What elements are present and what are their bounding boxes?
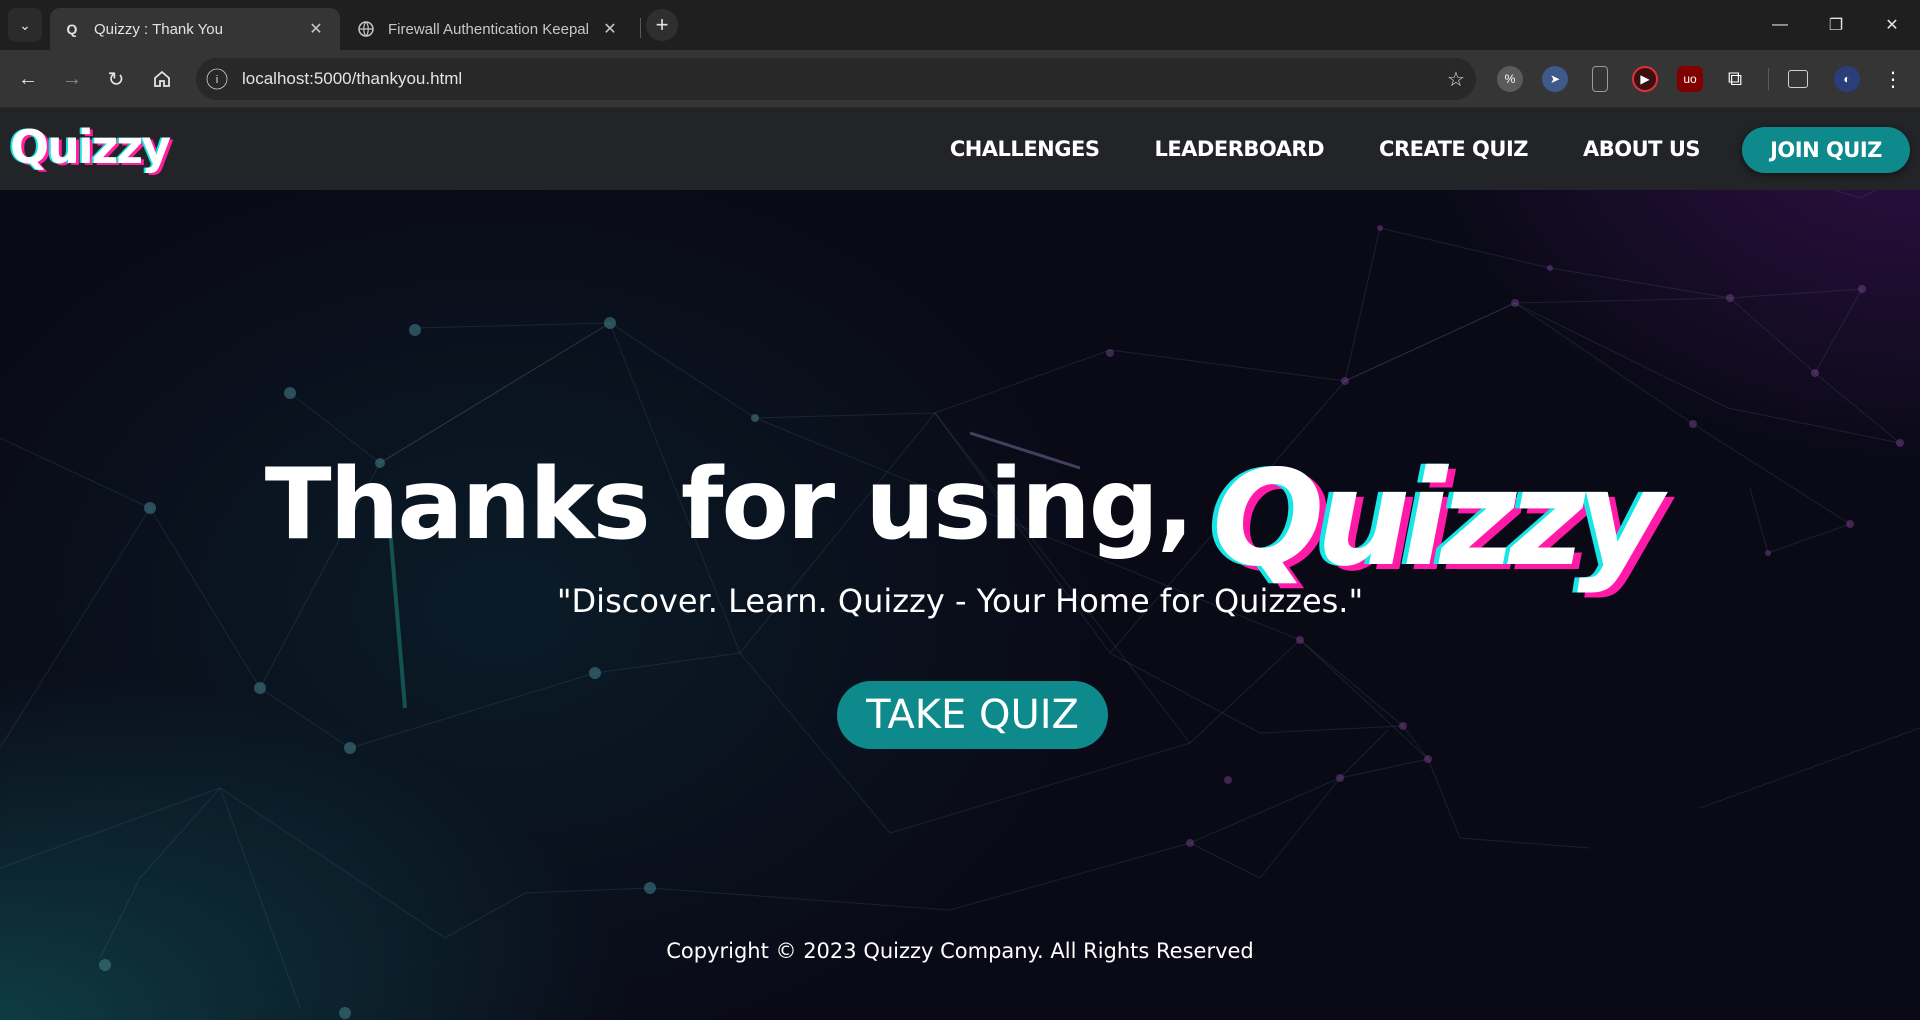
- browser-tabstrip: ⌄ Q Quizzy : Thank You ✕ Firewall Authen…: [0, 0, 1920, 50]
- tab-search-chevron-icon[interactable]: ⌄: [8, 8, 42, 42]
- side-panel-icon[interactable]: [1788, 70, 1808, 88]
- nav-challenges[interactable]: CHALLENGES: [950, 137, 1100, 161]
- forward-arrow-icon[interactable]: →: [54, 61, 90, 97]
- hero-title: Thanks for using, Quizzy: [0, 428, 1920, 596]
- record-extension-icon[interactable]: ▶: [1632, 66, 1658, 92]
- take-quiz-button[interactable]: TAKE QUIZ: [837, 681, 1108, 749]
- tab-firewall-authentication[interactable]: Firewall Authentication Keepal ✕: [344, 8, 634, 50]
- extensions-puzzle-icon[interactable]: ⧉: [1722, 66, 1748, 92]
- quizzy-favicon-icon: Q: [66, 21, 78, 37]
- site-navbar: Quizzy CHALLENGES LEADERBOARD CREATE QUI…: [0, 108, 1920, 190]
- site-logo[interactable]: Quizzy: [10, 120, 171, 174]
- percent-extension-icon[interactable]: %: [1497, 66, 1523, 92]
- hero-tagline: "Discover. Learn. Quizzy - Your Home for…: [556, 582, 1364, 620]
- tab-close-icon[interactable]: ✕: [306, 19, 326, 39]
- toolbar-separator: [1768, 68, 1769, 90]
- hero-brand-logo: Quizzy: [1212, 442, 1663, 596]
- nav-links: CHALLENGES LEADERBOARD CREATE QUIZ ABOUT…: [895, 108, 1701, 190]
- menu-kebab-icon[interactable]: ⋮: [1880, 66, 1906, 92]
- home-icon[interactable]: [144, 61, 180, 97]
- browser-toolbar: ← → ↻ i localhost:5000/thankyou.html ☆ %…: [0, 50, 1920, 108]
- new-tab-plus-icon[interactable]: +: [646, 9, 678, 41]
- nav-create-quiz[interactable]: CREATE QUIZ: [1379, 137, 1528, 161]
- profile-avatar[interactable]: ◐: [1834, 66, 1860, 92]
- footer-copyright: Copyright © 2023 Quizzy Company. All Rig…: [666, 939, 1254, 963]
- tab-title: Firewall Authentication Keepal: [388, 20, 589, 38]
- window-controls: — ❐ ✕: [1752, 0, 1920, 50]
- tab-separator: [640, 18, 641, 38]
- join-quiz-button[interactable]: JOIN QUIZ: [1742, 127, 1910, 173]
- tab-title: Quizzy : Thank You: [94, 20, 223, 38]
- hero-title-text: Thanks for using,: [264, 448, 1194, 562]
- reload-icon[interactable]: ↻: [98, 61, 134, 97]
- nav-about-us[interactable]: ABOUT US: [1583, 137, 1700, 161]
- close-window-icon[interactable]: ✕: [1864, 0, 1920, 50]
- nav-leaderboard[interactable]: LEADERBOARD: [1154, 137, 1324, 161]
- minimize-icon[interactable]: —: [1752, 0, 1808, 50]
- page-viewport: Quizzy CHALLENGES LEADERBOARD CREATE QUI…: [0, 108, 1920, 1020]
- device-extension-icon[interactable]: [1592, 66, 1608, 92]
- ublock-extension-icon[interactable]: uo: [1677, 66, 1703, 92]
- restore-icon[interactable]: ❐: [1808, 0, 1864, 50]
- back-arrow-icon[interactable]: ←: [10, 61, 46, 97]
- address-bar[interactable]: i localhost:5000/thankyou.html ☆: [196, 58, 1476, 100]
- site-info-icon[interactable]: i: [206, 68, 228, 90]
- tab-quizzy-thank-you[interactable]: Q Quizzy : Thank You ✕: [50, 8, 340, 50]
- globe-icon: [358, 21, 374, 37]
- cursor-extension-icon[interactable]: ➤: [1542, 66, 1568, 92]
- bookmark-star-icon[interactable]: ☆: [1436, 67, 1476, 92]
- tab-close-icon[interactable]: ✕: [600, 19, 620, 39]
- address-url[interactable]: localhost:5000/thankyou.html: [242, 69, 1436, 89]
